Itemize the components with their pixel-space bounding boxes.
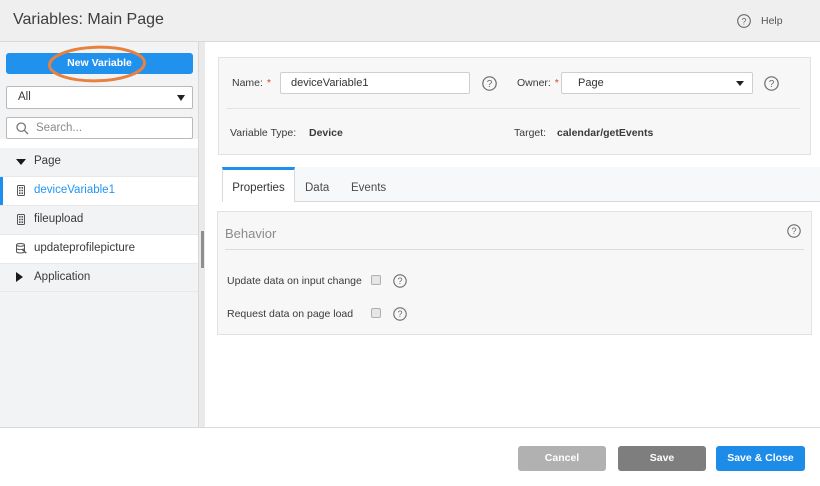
svg-text:?: ? (741, 16, 746, 26)
svg-text:?: ? (397, 276, 402, 286)
svg-text:?: ? (791, 226, 796, 236)
svg-text:?: ? (487, 79, 493, 90)
svg-text:?: ? (397, 309, 402, 319)
svg-text:?: ? (769, 79, 775, 90)
